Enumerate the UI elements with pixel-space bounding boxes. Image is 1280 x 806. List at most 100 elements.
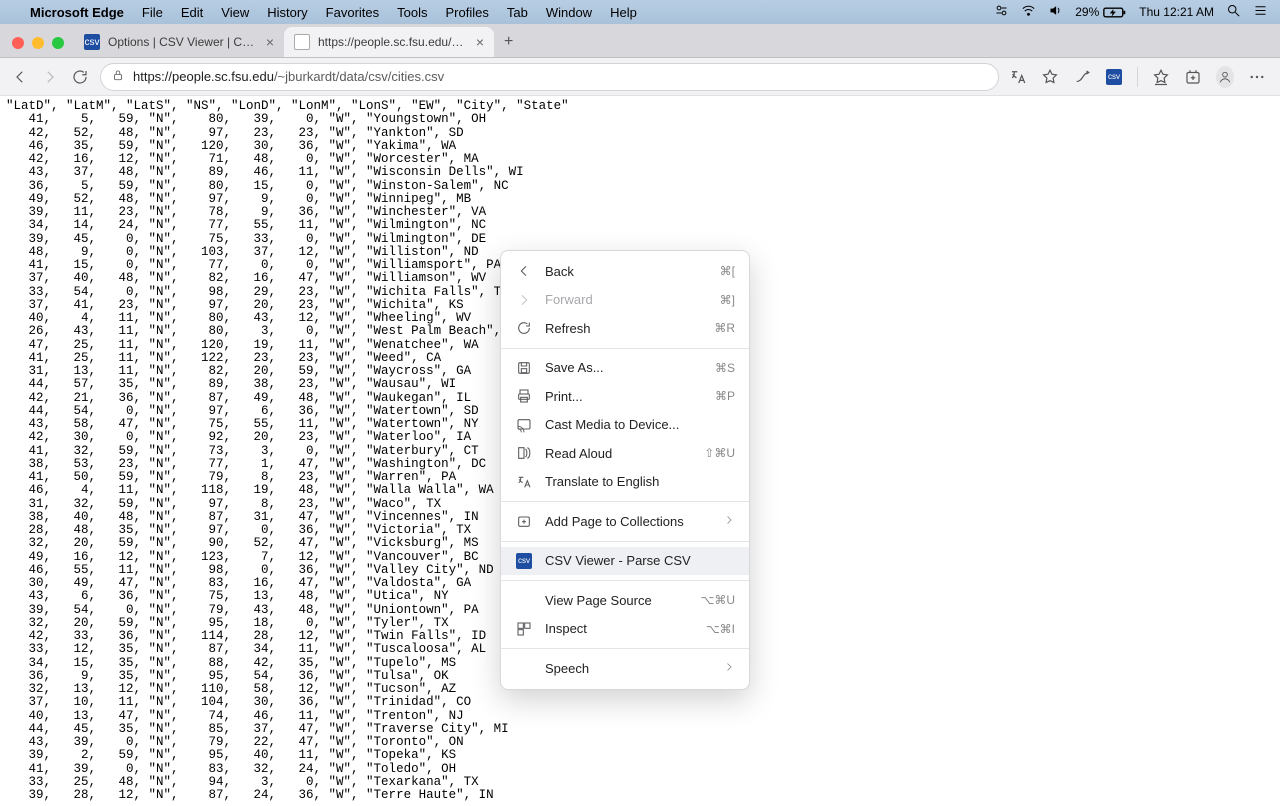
- menu-history[interactable]: History: [267, 5, 307, 20]
- menu-profiles[interactable]: Profiles: [446, 5, 489, 20]
- context-menu-shortcut: ⌘]: [720, 293, 735, 307]
- context-menu-item[interactable]: Save As... ⌘S: [501, 354, 749, 383]
- nav-refresh-button[interactable]: [70, 68, 90, 86]
- forward-icon: [515, 292, 533, 308]
- battery-percent: 29%: [1075, 5, 1099, 19]
- context-menu-shortcut: ⌘R: [714, 321, 735, 335]
- context-menu-item[interactable]: csvCSV Viewer - Parse CSV: [501, 547, 749, 576]
- menu-help[interactable]: Help: [610, 5, 637, 20]
- save-icon: [515, 360, 533, 376]
- context-menu-item[interactable]: Back ⌘[: [501, 257, 749, 286]
- url-text: https://people.sc.fsu.edu/~jburkardt/dat…: [133, 69, 988, 84]
- macos-menubar: Microsoft Edge File Edit View History Fa…: [0, 0, 1280, 24]
- cast-icon: [515, 417, 533, 433]
- nav-forward-button[interactable]: [40, 68, 60, 86]
- browser-tab[interactable]: csv Options | CSV Viewer | CSV Vi… ×: [74, 27, 284, 57]
- context-menu-separator: [501, 648, 749, 649]
- menu-tab[interactable]: Tab: [507, 5, 528, 20]
- app-name[interactable]: Microsoft Edge: [30, 5, 124, 20]
- context-menu-label: Inspect: [545, 621, 694, 636]
- context-menu-label: Translate to English: [545, 474, 735, 489]
- collect-icon: [515, 513, 533, 529]
- context-menu-label: Speech: [545, 661, 711, 676]
- tab-close-button[interactable]: ×: [476, 34, 484, 50]
- toolbar-separator: [1137, 67, 1138, 87]
- print-icon: [515, 388, 533, 404]
- nav-back-button[interactable]: [10, 68, 30, 86]
- csv-icon: csv: [515, 553, 533, 569]
- context-menu-item[interactable]: Add Page to Collections: [501, 507, 749, 536]
- menu-favorites[interactable]: Favorites: [326, 5, 379, 20]
- favorites-bar-icon[interactable]: [1152, 68, 1170, 86]
- address-bar[interactable]: https://people.sc.fsu.edu/~jburkardt/dat…: [100, 63, 999, 91]
- context-menu-shortcut: ⌘P: [715, 389, 735, 403]
- context-menu-item[interactable]: Cast Media to Device...: [501, 411, 749, 440]
- context-menu-shortcut: ⇧⌘U: [704, 446, 735, 460]
- tab-strip: csvOptions | CSV Viewer | CSV Vi…×https:…: [0, 24, 1280, 58]
- context-menu-item[interactable]: Inspect ⌥⌘I: [501, 615, 749, 644]
- window-close-button[interactable]: [12, 37, 24, 49]
- battery-status[interactable]: 29%: [1075, 5, 1127, 20]
- context-menu-shortcut: ⌘S: [715, 361, 735, 375]
- window-maximize-button[interactable]: [52, 37, 64, 49]
- context-menu-item[interactable]: Refresh⌘R: [501, 314, 749, 343]
- menu-tools[interactable]: Tools: [397, 5, 427, 20]
- profile-avatar[interactable]: [1216, 68, 1234, 86]
- translate-icon: [515, 474, 533, 490]
- extension-csv-icon[interactable]: csv: [1105, 68, 1123, 86]
- tab-close-button[interactable]: ×: [266, 34, 274, 50]
- back-icon: [515, 263, 533, 279]
- refresh-icon: [515, 320, 533, 336]
- context-menu-label: Cast Media to Device...: [545, 417, 735, 432]
- csv-favicon-icon: csv: [84, 34, 100, 50]
- context-menu-label: Forward: [545, 292, 708, 307]
- menu-view[interactable]: View: [221, 5, 249, 20]
- menu-file[interactable]: File: [142, 5, 163, 20]
- tab-title: Options | CSV Viewer | CSV Vi…: [108, 35, 258, 49]
- control-center-icon[interactable]: [1253, 3, 1268, 21]
- context-menu-shortcut: ⌘[: [720, 264, 735, 278]
- context-menu-label: Read Aloud: [545, 446, 692, 461]
- context-menu-separator: [501, 541, 749, 542]
- context-menu-item[interactable]: Print... ⌘P: [501, 382, 749, 411]
- page-favicon-icon: [294, 34, 310, 50]
- context-menu-item[interactable]: Read Aloud ⇧⌘U: [501, 439, 749, 468]
- context-menu-item[interactable]: Translate to English: [501, 468, 749, 497]
- lock-icon: [111, 68, 125, 85]
- window-minimize-button[interactable]: [32, 37, 44, 49]
- context-menu-label: Add Page to Collections: [545, 514, 711, 529]
- tab-title: https://people.sc.fsu.edu/~jbu…: [318, 35, 468, 49]
- menu-window[interactable]: Window: [546, 5, 592, 20]
- browser-tab[interactable]: https://people.sc.fsu.edu/~jbu… ×: [284, 27, 494, 57]
- window-controls: [8, 37, 74, 57]
- context-menu-label: Back: [545, 264, 708, 279]
- context-menu-label: View Page Source: [545, 593, 689, 608]
- context-menu-item[interactable]: View Page Source ⌥⌘U: [501, 586, 749, 615]
- chevron-right-icon: [723, 514, 735, 529]
- toggles-icon[interactable]: [994, 3, 1009, 21]
- context-menu-item[interactable]: Speech: [501, 654, 749, 683]
- context-menu-item: Forward ⌘]: [501, 286, 749, 315]
- context-menu-separator: [501, 348, 749, 349]
- new-tab-button[interactable]: +: [494, 33, 523, 57]
- context-menu-label: Print...: [545, 389, 703, 404]
- context-menu-shortcut: ⌥⌘U: [701, 593, 736, 607]
- translate-icon[interactable]: [1009, 68, 1027, 86]
- wifi-icon[interactable]: [1021, 3, 1036, 21]
- inspect-icon: [515, 621, 533, 637]
- chevron-right-icon: [723, 661, 735, 676]
- volume-icon[interactable]: [1048, 3, 1063, 21]
- context-menu-shortcut: ⌥⌘I: [706, 622, 735, 636]
- menu-edit[interactable]: Edit: [181, 5, 203, 20]
- clock[interactable]: Thu 12:21 AM: [1139, 5, 1214, 19]
- overflow-menu-icon[interactable]: [1248, 68, 1266, 86]
- collections-icon[interactable]: [1184, 68, 1202, 86]
- favorite-star-icon[interactable]: [1041, 68, 1059, 86]
- context-menu-separator: [501, 501, 749, 502]
- spotlight-icon[interactable]: [1226, 3, 1241, 21]
- browser-toolbar: https://people.sc.fsu.edu/~jburkardt/dat…: [0, 58, 1280, 96]
- context-menu-label: Save As...: [545, 360, 703, 375]
- context-menu: Back ⌘[ Forward ⌘] Refresh⌘R Save As... ⌘S Prin…: [500, 250, 750, 690]
- extension-icon-1[interactable]: [1073, 68, 1091, 86]
- read-icon: [515, 445, 533, 461]
